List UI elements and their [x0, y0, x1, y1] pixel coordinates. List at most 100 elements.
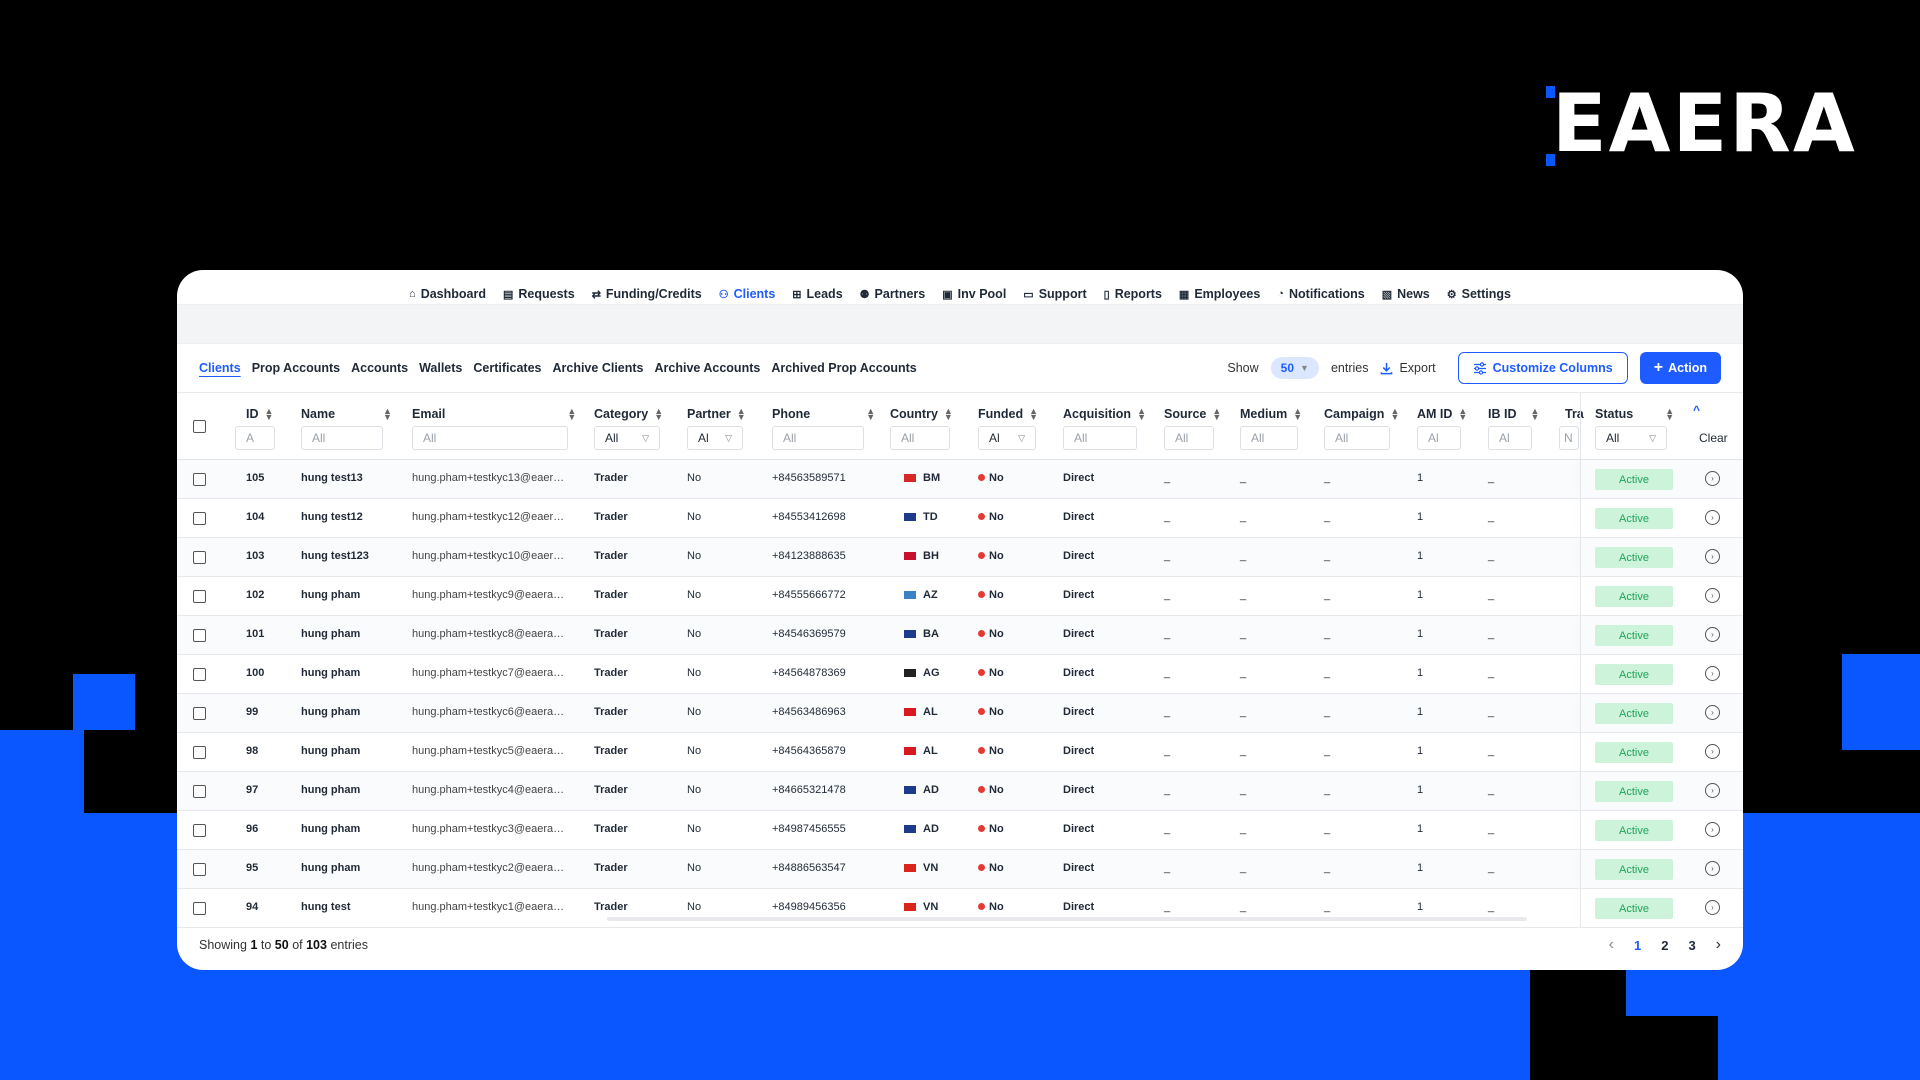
col-name[interactable]: Name ▲ ▼	[301, 407, 392, 422]
table-row[interactable]: 97 hung pham hung.pham+testkyc4@eaera.com T…	[177, 772, 1743, 811]
customize-columns-button[interactable]: Customize Columns	[1457, 352, 1628, 384]
filter-medium[interactable]: All	[1240, 426, 1298, 450]
row-checkbox[interactable]	[193, 902, 206, 915]
horizontal-scrollbar[interactable]	[607, 917, 1527, 921]
prev-page-icon[interactable]: ‹	[1609, 936, 1614, 954]
filter-category[interactable]: All ▽	[594, 426, 660, 450]
filter-source[interactable]: All	[1164, 426, 1214, 450]
table-row[interactable]: 94 hung test hung.pham+testkyc1@eaera.com T…	[177, 889, 1743, 928]
tab-wallets[interactable]: Wallets	[419, 361, 462, 375]
nav-item-news[interactable]: ▧ News	[1382, 284, 1430, 304]
filter-am-id[interactable]: Al	[1417, 426, 1461, 450]
row-details-icon[interactable]: ›	[1705, 744, 1720, 759]
nav-item-notifications[interactable]: ◔ Notifications	[1277, 284, 1364, 304]
col-source[interactable]: Source ▲ ▼	[1164, 407, 1221, 422]
tab-archive-accounts[interactable]: Archive Accounts	[655, 361, 761, 375]
col-id[interactable]: ID ▲ ▼	[246, 407, 273, 422]
filter-status[interactable]: All ▽	[1595, 426, 1667, 450]
filter-partner[interactable]: Al ▽	[687, 426, 743, 450]
col-funded[interactable]: Funded ▲ ▼	[978, 407, 1038, 422]
tab-certificates[interactable]: Certificates	[473, 361, 541, 375]
row-checkbox[interactable]	[193, 629, 206, 642]
next-page-icon[interactable]: ›	[1716, 936, 1721, 954]
col-am-id[interactable]: AM ID ▲ ▼	[1417, 407, 1467, 422]
row-details-icon[interactable]: ›	[1705, 627, 1720, 642]
filter-campaign[interactable]: All	[1324, 426, 1390, 450]
filter-funded[interactable]: Al ▽	[978, 426, 1036, 450]
row-details-icon[interactable]: ›	[1705, 666, 1720, 681]
table-row[interactable]: 103 hung test123 hung.pham+testkyc10@eaera…	[177, 538, 1743, 577]
tab-archived-prop-accounts[interactable]: Archived Prop Accounts	[771, 361, 916, 375]
col-status[interactable]: Status ▲ ▼	[1595, 407, 1674, 422]
table-row[interactable]: 96 hung pham hung.pham+testkyc3@eaera.com T…	[177, 811, 1743, 850]
row-details-icon[interactable]: ›	[1705, 510, 1720, 525]
nav-item-funding-credits[interactable]: ⇄ Funding/Credits	[592, 284, 702, 304]
table-row[interactable]: 105 hung test13 hung.pham+testkyc13@eaera.…	[177, 460, 1743, 499]
row-checkbox[interactable]	[193, 551, 206, 564]
row-details-icon[interactable]: ›	[1705, 783, 1720, 798]
col-medium[interactable]: Medium ▲ ▼	[1240, 407, 1302, 422]
row-checkbox[interactable]	[193, 824, 206, 837]
tab-clients[interactable]: Clients	[199, 361, 241, 375]
row-details-icon[interactable]: ›	[1705, 900, 1720, 915]
tab-archive-clients[interactable]: Archive Clients	[552, 361, 643, 375]
row-checkbox[interactable]	[193, 863, 206, 876]
filter-id[interactable]: A	[235, 426, 275, 450]
page-3[interactable]: 3	[1688, 938, 1695, 953]
table-row[interactable]: 95 hung pham hung.pham+testkyc2@eaera.com T…	[177, 850, 1743, 889]
nav-item-support[interactable]: ▭ Support	[1023, 284, 1086, 304]
col-country[interactable]: Country ▲ ▼	[890, 407, 953, 422]
export-button[interactable]: Export	[1380, 361, 1436, 375]
select-all-checkbox[interactable]	[193, 420, 206, 433]
row-details-icon[interactable]: ›	[1705, 471, 1720, 486]
table-row[interactable]: 100 hung pham hung.pham+testkyc7@eaera.com…	[177, 655, 1743, 694]
page-2[interactable]: 2	[1661, 938, 1668, 953]
row-checkbox[interactable]	[193, 785, 206, 798]
nav-item-employees[interactable]: ▦ Employees	[1179, 284, 1260, 304]
col-acquisition[interactable]: Acquisition ▲ ▼	[1063, 407, 1146, 422]
nav-item-clients[interactable]: ⚇ Clients	[719, 284, 776, 304]
col-ib-id[interactable]: IB ID ▲ ▼	[1488, 407, 1539, 422]
table-row[interactable]: 104 hung test12 hung.pham+testkyc12@eaera.…	[177, 499, 1743, 538]
nav-item-dashboard[interactable]: ⌂ Dashboard	[409, 284, 486, 304]
nav-item-reports[interactable]: ▯ Reports	[1104, 284, 1162, 304]
col-phone[interactable]: Phone ▲ ▼	[772, 407, 875, 422]
tab-prop-accounts[interactable]: Prop Accounts	[252, 361, 340, 375]
nav-item-settings[interactable]: ⚙ Settings	[1447, 284, 1511, 304]
nav-item-leads[interactable]: ⊞ Leads	[792, 284, 842, 304]
page-1[interactable]: 1	[1634, 938, 1641, 953]
row-checkbox[interactable]	[193, 473, 206, 486]
col-category[interactable]: Category ▲ ▼	[594, 407, 663, 422]
row-checkbox[interactable]	[193, 707, 206, 720]
chevron-up-icon[interactable]: ^	[1693, 403, 1700, 417]
nav-item-inv-pool[interactable]: ▣ Inv Pool	[942, 284, 1006, 304]
table-row[interactable]: 99 hung pham hung.pham+testkyc6@eaera.com T…	[177, 694, 1743, 733]
row-checkbox[interactable]	[193, 512, 206, 525]
table-row[interactable]: 98 hung pham hung.pham+testkyc5@eaera.com T…	[177, 733, 1743, 772]
row-details-icon[interactable]: ›	[1705, 705, 1720, 720]
filter-ib-id[interactable]: Al	[1488, 426, 1532, 450]
row-details-icon[interactable]: ›	[1705, 588, 1720, 603]
row-details-icon[interactable]: ›	[1705, 861, 1720, 876]
table-row[interactable]: 102 hung pham hung.pham+testkyc9@eaera.com…	[177, 577, 1743, 616]
row-checkbox[interactable]	[193, 668, 206, 681]
filter-tra[interactable]: N	[1559, 426, 1579, 450]
filter-phone[interactable]: All	[772, 426, 864, 450]
row-details-icon[interactable]: ›	[1705, 822, 1720, 837]
col-partner[interactable]: Partner ▲ ▼	[687, 407, 746, 422]
entries-select[interactable]: 50 ▼	[1270, 357, 1319, 379]
row-details-icon[interactable]: ›	[1705, 549, 1720, 564]
col-campaign[interactable]: Campaign ▲ ▼	[1324, 407, 1399, 422]
action-button[interactable]: + Action	[1639, 352, 1721, 384]
col-email[interactable]: Email ▲ ▼	[412, 407, 576, 422]
filter-country[interactable]: All	[890, 426, 950, 450]
nav-item-requests[interactable]: ▤ Requests	[503, 284, 575, 304]
filter-email[interactable]: All	[412, 426, 568, 450]
filter-acquisition[interactable]: All	[1063, 426, 1137, 450]
row-checkbox[interactable]	[193, 746, 206, 759]
nav-item-partners[interactable]: ⚉ Partners	[860, 284, 926, 304]
row-checkbox[interactable]	[193, 590, 206, 603]
tab-accounts[interactable]: Accounts	[351, 361, 408, 375]
clear-filters-button[interactable]: Clear	[1699, 431, 1728, 445]
filter-name[interactable]: All	[301, 426, 383, 450]
